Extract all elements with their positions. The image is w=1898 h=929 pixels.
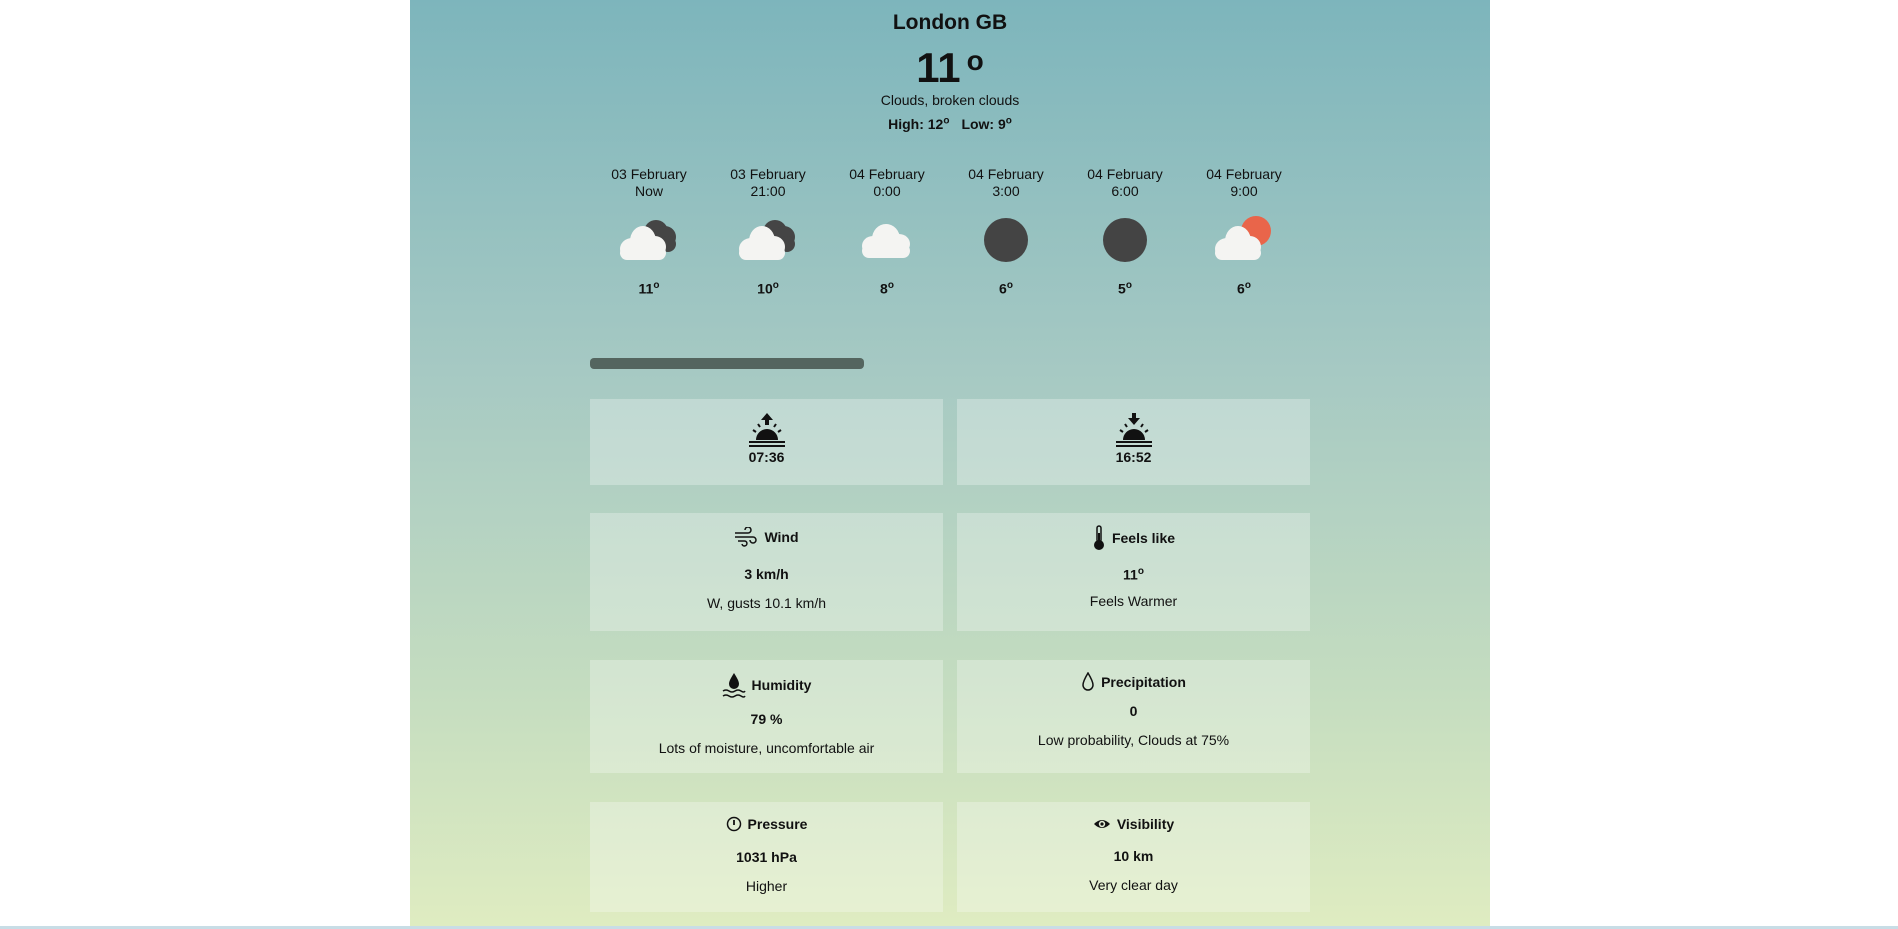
- sunrise-card: 07:36: [590, 399, 943, 485]
- high-low: High: 12o Low: 9o: [410, 112, 1490, 133]
- forecast-date: 04 February: [849, 166, 925, 182]
- sunset-icon: [1114, 413, 1154, 447]
- forecast-item: 04 February 0:00 8o: [828, 166, 946, 297]
- feels-like-note: Feels Warmer: [1089, 592, 1178, 609]
- humidity-icon: [722, 672, 746, 698]
- forecast-item: 04 February 9:00 6o: [1185, 166, 1303, 297]
- eye-icon: [1093, 817, 1111, 831]
- wind-note: W, gusts 10.1 km/h: [706, 595, 827, 611]
- forecast-temp: 11o: [638, 280, 660, 297]
- sunrise-icon: [747, 413, 787, 447]
- forecast-item: 03 February 21:00 10o: [709, 166, 827, 297]
- forecast-scrollbar[interactable]: [590, 358, 864, 369]
- high-temp: High: 12o: [888, 115, 950, 132]
- sunset-card: 16:52: [957, 399, 1310, 485]
- pressure-value: 1031 hPa: [736, 849, 797, 865]
- forecast-date: 04 February: [1087, 166, 1163, 182]
- broken-clouds-icon: [614, 216, 684, 266]
- wind-card: Wind 3 km/h W, gusts 10.1 km/h: [590, 513, 943, 631]
- humidity-card: Humidity 79 % Lots of moisture, uncomfor…: [590, 660, 943, 773]
- forecast-time: 9:00: [1230, 183, 1258, 199]
- feels-like-value: 11o: [1123, 566, 1144, 583]
- humidity-title: Humidity: [751, 677, 812, 693]
- city-name: London GB: [892, 11, 1008, 34]
- current-weather: London GB 11 o Clouds, broken clouds High…: [410, 10, 1490, 133]
- precipitation-note: Low probability, Clouds at 75%: [1037, 732, 1230, 748]
- pressure-card: Pressure 1031 hPa Higher: [590, 802, 943, 912]
- forecast-date: 04 February: [968, 166, 1044, 182]
- forecast-temp: 5o: [1118, 280, 1132, 297]
- forecast-item: 04 February 3:00 6o: [947, 166, 1065, 297]
- sunrise-time: 07:36: [748, 449, 785, 465]
- forecast-date: 04 February: [1206, 166, 1282, 182]
- wind-title: Wind: [764, 529, 799, 545]
- forecast-temp: 6o: [999, 280, 1013, 297]
- pressure-note: Higher: [745, 878, 788, 894]
- sun-cloud-icon: [1209, 216, 1279, 266]
- precipitation-title: Precipitation: [1101, 674, 1186, 690]
- gauge-icon: [726, 816, 742, 832]
- humidity-note: Lots of moisture, uncomfortable air: [658, 740, 875, 756]
- forecast-time: 21:00: [750, 183, 786, 199]
- forecast-temp: 10o: [757, 280, 779, 297]
- current-temperature: 11 o: [916, 44, 984, 91]
- moon-icon: [971, 216, 1041, 266]
- pressure-title: Pressure: [747, 816, 808, 832]
- forecast-time: Now: [634, 183, 663, 199]
- weather-description: Clouds, broken clouds: [880, 92, 1020, 108]
- visibility-card: Visibility 10 km Very clear day: [957, 802, 1310, 912]
- sunset-time: 16:52: [1115, 449, 1152, 465]
- broken-clouds-icon: [733, 216, 803, 266]
- droplet-icon: [1081, 672, 1095, 692]
- forecast-time: 6:00: [1111, 183, 1139, 199]
- humidity-value: 79 %: [750, 711, 783, 727]
- forecast-time: 3:00: [992, 183, 1020, 199]
- wind-speed: 3 km/h: [744, 566, 789, 582]
- forecast-date: 03 February: [611, 166, 687, 182]
- visibility-value: 10 km: [1113, 848, 1154, 864]
- low-temp: Low: 9o: [961, 115, 1012, 132]
- cloud-icon: [852, 216, 922, 266]
- moon-icon: [1090, 216, 1160, 266]
- thermometer-icon: [1092, 525, 1106, 551]
- precipitation-card: Precipitation 0 Low probability, Clouds …: [957, 660, 1310, 773]
- precipitation-value: 0: [1129, 703, 1138, 719]
- weather-app: London GB 11 o Clouds, broken clouds High…: [410, 0, 1490, 927]
- feels-like-card: Feels like 11o Feels Warmer: [957, 513, 1310, 631]
- forecast-time: 0:00: [873, 183, 901, 199]
- hourly-forecast[interactable]: 03 February Now 11o 03 February 21:00 10…: [590, 166, 1310, 326]
- visibility-title: Visibility: [1116, 816, 1175, 832]
- forecast-temp: 6o: [1237, 280, 1251, 297]
- forecast-temp: 8o: [880, 280, 894, 297]
- feels-like-title: Feels like: [1111, 530, 1176, 546]
- forecast-item: 03 February Now 11o: [590, 166, 708, 297]
- visibility-note: Very clear day: [1089, 877, 1178, 893]
- wind-icon: [734, 527, 758, 547]
- forecast-date: 03 February: [730, 166, 806, 182]
- forecast-item: 04 February 6:00 5o: [1066, 166, 1184, 297]
